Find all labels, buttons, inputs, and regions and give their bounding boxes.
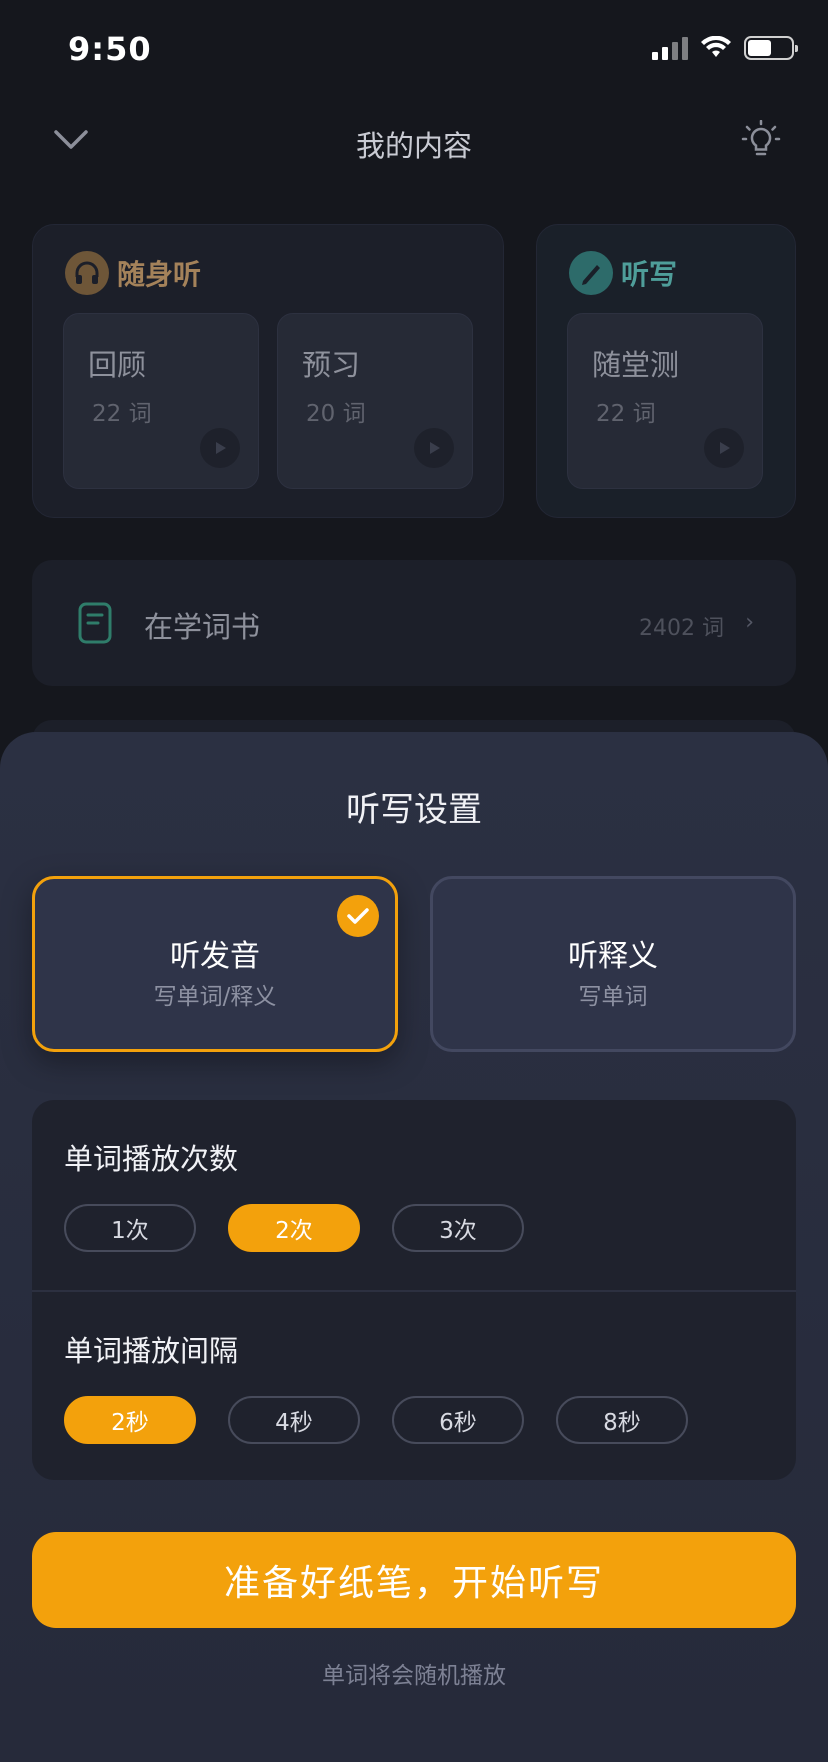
play-interval-section: 单词播放间隔 2秒 4秒 6秒 8秒 <box>32 1290 796 1480</box>
mode-title: 听发音 <box>170 939 260 974</box>
review-card-count: 22 词 <box>92 401 152 427</box>
play-interval-option[interactable]: 4秒 <box>228 1396 360 1444</box>
preview-card-title: 预习 <box>302 348 361 382</box>
dictation-panel: 听写 随堂测 22 词 <box>536 224 796 518</box>
play-times-option[interactable]: 1次 <box>64 1204 196 1252</box>
lightbulb-icon <box>741 120 781 156</box>
play-interval-options: 2秒 4秒 6秒 8秒 <box>64 1396 688 1444</box>
listen-panel: 随身听 回顾 22 词 预习 20 词 <box>32 224 504 518</box>
chevron-right-icon: › <box>745 610 754 635</box>
start-dictation-button[interactable]: 准备好纸笔，开始听写 <box>32 1532 796 1628</box>
sheet-title: 听写设置 <box>346 790 482 830</box>
class-test-card-title: 随堂测 <box>592 348 680 382</box>
current-book-label: 在学词书 <box>144 610 261 644</box>
play-times-section: 单词播放次数 1次 2次 3次 <box>32 1100 796 1290</box>
signal-icon <box>652 36 688 60</box>
play-interval-label: 单词播放间隔 <box>64 1334 239 1368</box>
class-test-play-button[interactable] <box>704 428 744 468</box>
play-interval-option[interactable]: 2秒 <box>64 1396 196 1444</box>
play-times-options: 1次 2次 3次 <box>64 1204 524 1252</box>
pen-icon <box>569 251 613 295</box>
preview-card[interactable]: 预习 20 词 <box>277 313 473 489</box>
wifi-icon <box>701 36 731 57</box>
random-play-hint: 单词将会随机播放 <box>322 1663 506 1689</box>
play-times-option[interactable]: 3次 <box>392 1204 524 1252</box>
page-title: 我的内容 <box>355 129 472 163</box>
play-icon <box>216 442 226 454</box>
dictation-panel-name: 听写 <box>621 258 678 291</box>
dictation-panel-header: 听写 <box>569 251 677 295</box>
lightbulb-button[interactable] <box>734 113 788 167</box>
status-bar: 9:50 <box>0 0 828 100</box>
preview-play-button[interactable] <box>414 428 454 468</box>
listen-panel-name: 随身听 <box>117 258 202 291</box>
battery-icon <box>744 36 798 60</box>
mode-listen-meaning[interactable]: 听释义 写单词 <box>430 876 796 1052</box>
playback-settings: 单词播放次数 1次 2次 3次 单词播放间隔 2秒 4秒 6秒 8秒 <box>32 1100 796 1480</box>
play-interval-option[interactable]: 8秒 <box>556 1396 688 1444</box>
play-times-label: 单词播放次数 <box>64 1142 239 1176</box>
play-times-option[interactable]: 2次 <box>228 1204 360 1252</box>
current-book-count: 2402 词 <box>639 616 724 641</box>
review-play-button[interactable] <box>200 428 240 468</box>
class-test-card-count: 22 词 <box>596 401 656 427</box>
status-time: 9:50 <box>68 30 152 68</box>
top-bar: 我的内容 <box>0 105 828 175</box>
play-interval-option[interactable]: 6秒 <box>392 1396 524 1444</box>
mode-listen-pronunciation[interactable]: 听发音 写单词/释义 <box>32 876 398 1052</box>
mode-subtitle: 写单词 <box>578 984 648 1010</box>
mode-title: 听释义 <box>568 939 658 974</box>
listen-panel-header: 随身听 <box>65 251 201 295</box>
review-card[interactable]: 回顾 22 词 <box>63 313 259 489</box>
play-icon <box>720 442 730 454</box>
status-icons <box>652 36 798 60</box>
class-test-card[interactable]: 随堂测 22 词 <box>567 313 763 489</box>
headphones-icon <box>65 251 109 295</box>
current-book-row[interactable]: 在学词书 2402 词 › <box>32 560 796 686</box>
dictation-settings-sheet: 听写设置 听发音 写单词/释义 听释义 写单词 单词播放次数 1次 2次 3次 … <box>0 732 828 1762</box>
preview-card-count: 20 词 <box>306 401 366 427</box>
book-icon <box>78 602 112 644</box>
review-card-title: 回顾 <box>88 348 147 382</box>
play-icon <box>430 442 440 454</box>
mode-subtitle: 写单词/释义 <box>153 984 277 1010</box>
